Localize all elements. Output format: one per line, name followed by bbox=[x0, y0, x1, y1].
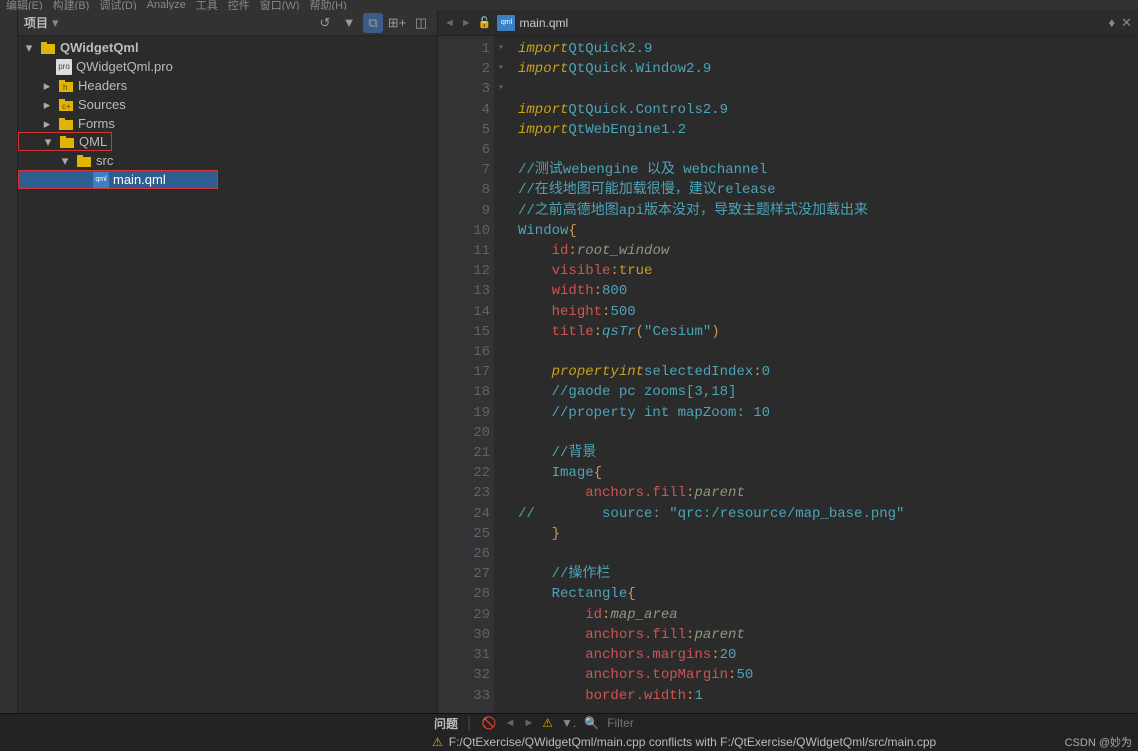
tree-label: main.qml bbox=[113, 172, 166, 187]
menu-item[interactable]: 帮助(H) bbox=[309, 0, 346, 10]
sync-icon[interactable]: ↺ bbox=[315, 13, 335, 33]
menu-item[interactable]: 调试(D) bbox=[99, 0, 136, 10]
tree-label: Sources bbox=[78, 97, 126, 112]
search-icon: 🔍 bbox=[584, 716, 599, 730]
menu-item[interactable]: 控件 bbox=[228, 0, 250, 10]
warning-icon[interactable]: ⚠ bbox=[542, 716, 553, 730]
qml-file-icon: qml bbox=[497, 15, 515, 31]
project-panel-header: 项目 ▾ ↺ ▼ ⧉ ⊞+ ◫ bbox=[18, 10, 437, 36]
folder-icon bbox=[58, 116, 74, 132]
watermark: CSDN @妙为 bbox=[1065, 734, 1132, 750]
tree-item-src[interactable]: ▾ src bbox=[18, 151, 437, 170]
tree-label: Headers bbox=[78, 78, 127, 93]
folder-icon bbox=[76, 153, 92, 169]
tree-root[interactable]: ▾ QWidgetQml bbox=[18, 38, 437, 57]
fold-gutter[interactable]: ▾▾▾ bbox=[494, 36, 508, 713]
split-icon[interactable]: ◫ bbox=[411, 13, 431, 33]
twistie-icon[interactable]: ▾ bbox=[22, 40, 36, 56]
filter-icon[interactable]: ▼. bbox=[561, 716, 576, 730]
tree-item-main-qml[interactable]: qml main.qml bbox=[18, 170, 218, 189]
nav-back-icon[interactable]: ◄ bbox=[444, 17, 455, 29]
panel-title: 项目 bbox=[24, 14, 48, 31]
editor-body[interactable]: 1234567891011121314151617181920212223242… bbox=[438, 36, 1138, 713]
twistie-icon[interactable]: ▾ bbox=[58, 153, 72, 169]
lock-icon[interactable]: 🔓 bbox=[478, 16, 492, 29]
tree-label: QWidgetQml bbox=[60, 40, 139, 55]
warning-text[interactable]: F:/QtExercise/QWidgetQml/main.cpp confli… bbox=[449, 735, 936, 749]
nav-forward-icon[interactable]: ► bbox=[461, 17, 472, 29]
tree-item-forms[interactable]: ▸ Forms bbox=[18, 114, 437, 133]
folder-icon: c+ bbox=[58, 97, 74, 113]
tree-label: Forms bbox=[78, 116, 115, 131]
left-sidebar bbox=[0, 10, 18, 713]
editor-tabs: ◄ ► 🔓 qml main.qml ♦ ✕ bbox=[438, 10, 1138, 36]
twistie-icon[interactable]: ▸ bbox=[40, 78, 54, 94]
menu-item[interactable]: 构建(B) bbox=[53, 0, 90, 10]
tree-item-headers[interactable]: ▸ h Headers bbox=[18, 76, 437, 95]
filter-icon[interactable]: ▼ bbox=[339, 13, 359, 33]
menu-item[interactable]: Analyze bbox=[147, 0, 186, 10]
menu-item[interactable]: 工具 bbox=[196, 0, 218, 10]
menu-item[interactable]: 编辑(E) bbox=[6, 0, 43, 10]
dropdown-icon[interactable]: ▾ bbox=[52, 15, 59, 31]
tree-item-sources[interactable]: ▸ c+ Sources bbox=[18, 95, 437, 114]
warning-icon: ⚠ bbox=[432, 735, 443, 749]
menu-item[interactable]: 窗口(W) bbox=[260, 0, 300, 10]
issue-next-icon[interactable]: ► bbox=[523, 717, 534, 729]
folder-icon bbox=[40, 40, 56, 56]
tree-label: QWidgetQml.pro bbox=[76, 59, 173, 74]
clear-icon[interactable]: 🚫 bbox=[482, 716, 497, 730]
twistie-icon[interactable]: ▸ bbox=[40, 97, 54, 113]
project-panel: 项目 ▾ ↺ ▼ ⧉ ⊞+ ◫ ▾ QWidgetQml pro bbox=[18, 10, 438, 713]
svg-text:c+: c+ bbox=[62, 102, 71, 111]
dropdown-icon[interactable]: ♦ bbox=[1108, 15, 1115, 30]
tree-label: src bbox=[96, 153, 113, 168]
tab-filename: main.qml bbox=[519, 16, 568, 30]
editor-pane: ◄ ► 🔓 qml main.qml ♦ ✕ 12345678910111213… bbox=[438, 10, 1138, 713]
project-tree[interactable]: ▾ QWidgetQml pro QWidgetQml.pro ▸ h Head… bbox=[18, 36, 437, 713]
statusbar: 问题 │ 🚫 ◄ ► ⚠ ▼. 🔍 ⚠ F:/QtExercise/QWidge… bbox=[0, 713, 1138, 751]
profile-icon: pro bbox=[56, 59, 72, 75]
folder-h-icon: h bbox=[58, 78, 74, 94]
line-number-gutter: 1234567891011121314151617181920212223242… bbox=[438, 36, 494, 713]
tree-label: QML bbox=[79, 134, 107, 149]
tree-item-qml[interactable]: ▾ QML bbox=[18, 132, 112, 151]
tree-item-pro[interactable]: pro QWidgetQml.pro bbox=[18, 57, 437, 76]
editor-tab[interactable]: qml main.qml bbox=[497, 15, 568, 31]
twistie-icon[interactable]: ▾ bbox=[41, 134, 55, 150]
menubar: 编辑(E) 构建(B) 调试(D) Analyze 工具 控件 窗口(W) 帮助… bbox=[0, 0, 1138, 10]
folder-icon bbox=[59, 134, 75, 150]
add-icon[interactable]: ⊞+ bbox=[387, 13, 407, 33]
close-icon[interactable]: ✕ bbox=[1121, 15, 1132, 31]
svg-text:h: h bbox=[63, 83, 67, 92]
twistie-icon[interactable]: ▸ bbox=[40, 116, 54, 132]
issues-label[interactable]: 问题 bbox=[434, 715, 458, 732]
filter-input[interactable] bbox=[607, 716, 767, 730]
code-area[interactable]: importQtQuick2.9importQtQuick.Window2.9 … bbox=[508, 36, 1138, 713]
qml-file-icon: qml bbox=[93, 172, 109, 188]
issue-prev-icon[interactable]: ◄ bbox=[504, 717, 515, 729]
link-icon[interactable]: ⧉ bbox=[363, 13, 383, 33]
